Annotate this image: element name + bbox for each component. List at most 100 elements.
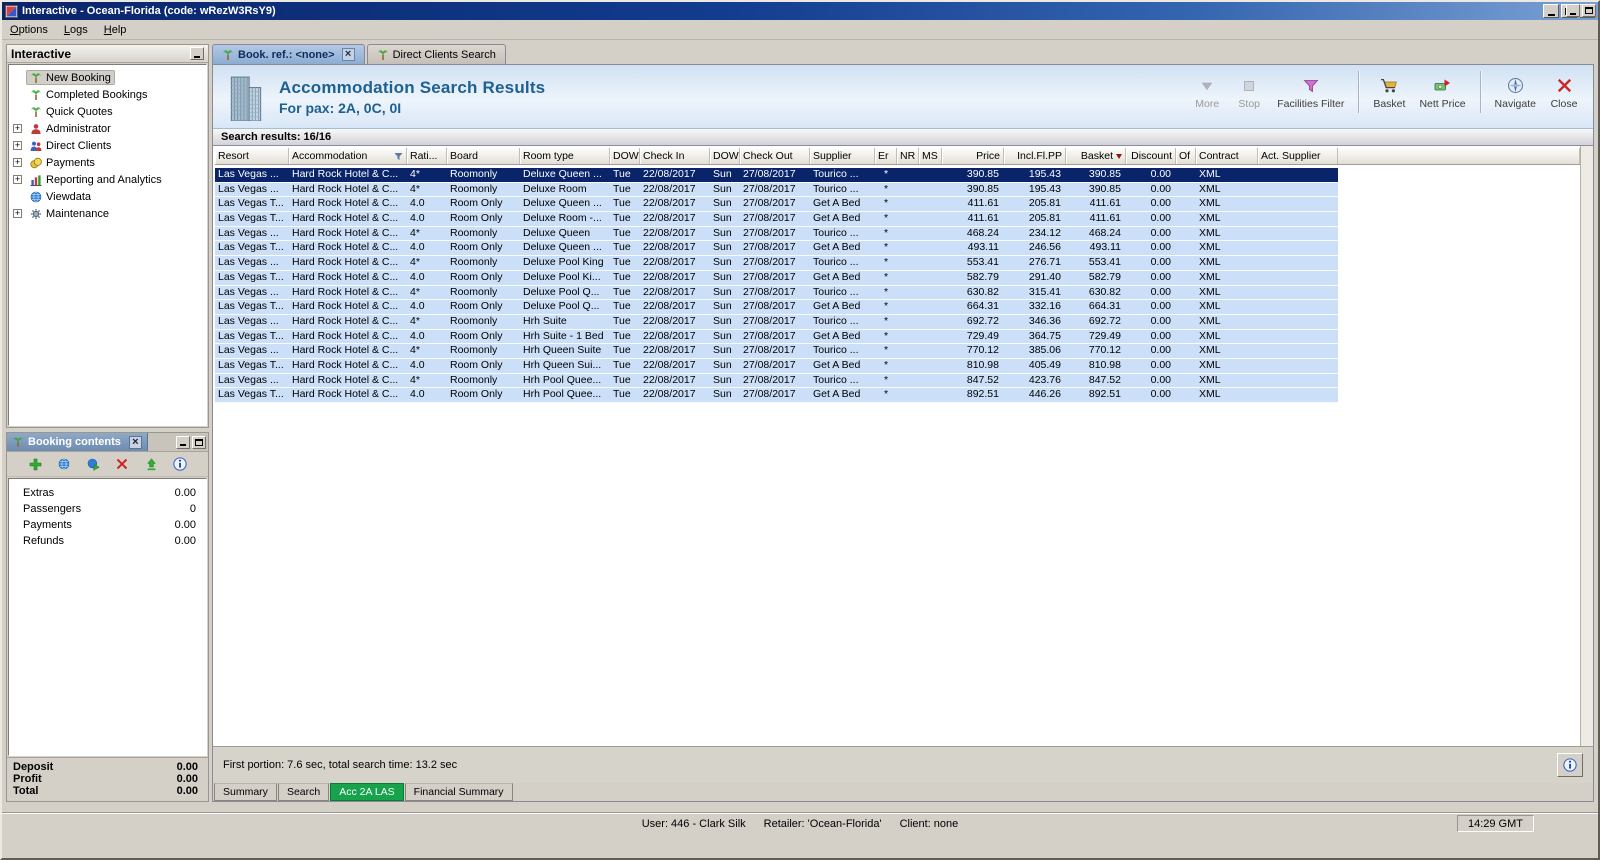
col-header-discount-16[interactable]: Discount bbox=[1126, 148, 1176, 164]
info-button[interactable] bbox=[171, 455, 189, 473]
table-row-16[interactable]: Las Vegas T... Hard Rock Hotel & C... 4.0 R… bbox=[215, 388, 1338, 403]
booking-contents-restore-button[interactable] bbox=[192, 435, 206, 449]
close-booking-contents-icon[interactable]: × bbox=[128, 435, 142, 449]
cell: Las Vegas ... bbox=[218, 344, 279, 357]
col-header-accommodation-1[interactable]: Accommodation bbox=[289, 148, 407, 164]
cell: 22/08/2017 bbox=[643, 314, 696, 327]
cell: Tue bbox=[613, 300, 631, 313]
vertical-scrollbar[interactable] bbox=[1580, 146, 1593, 746]
menu-options[interactable]: Options bbox=[2, 21, 56, 39]
mdi-restore-button[interactable] bbox=[1582, 4, 1596, 17]
table-row-6[interactable]: Las Vegas T... Hard Rock Hotel & C... 4.0 R… bbox=[215, 241, 1338, 257]
table-row-14[interactable]: Las Vegas T... Hard Rock Hotel & C... 4.0 R… bbox=[215, 358, 1338, 374]
nett-price-button[interactable]: Nett Price bbox=[1412, 73, 1472, 112]
bottom-tab-search[interactable]: Search bbox=[277, 783, 330, 801]
bottom-tab-summary[interactable]: Summary bbox=[214, 783, 277, 801]
toolbar-separator bbox=[1479, 71, 1481, 113]
sidebar-item-viewdata[interactable]: Viewdata bbox=[13, 188, 206, 205]
facilities-filter-button[interactable]: Facilities Filter bbox=[1270, 73, 1351, 112]
expander-icon[interactable]: + bbox=[13, 158, 22, 167]
sidebar-item-payments[interactable]: + Payments bbox=[13, 154, 206, 171]
sidebar-item-quick-quotes[interactable]: Quick Quotes bbox=[13, 103, 206, 120]
col-header-er-10[interactable]: Er bbox=[875, 148, 897, 164]
table-row-13[interactable]: Las Vegas ... Hard Rock Hotel & C... 4* Roo… bbox=[215, 344, 1338, 359]
col-header-check-in-6[interactable]: Check In bbox=[640, 148, 710, 164]
table-row-3[interactable]: Las Vegas T... Hard Rock Hotel & C... 4.0 R… bbox=[215, 197, 1338, 213]
table-row-15[interactable]: Las Vegas ... Hard Rock Hotel & C... 4* Roo… bbox=[215, 373, 1338, 389]
cell bbox=[1176, 388, 1196, 402]
totals-row-profit: Profit 0.00 bbox=[7, 773, 208, 785]
toolbar-button-label: More bbox=[1195, 97, 1220, 110]
statusbar: User: 446 - Clark Silk Retailer: 'Ocean-… bbox=[2, 812, 1598, 834]
col-header-dow-7[interactable]: DOW bbox=[710, 148, 740, 164]
cell: 4* bbox=[410, 344, 420, 357]
basket-button[interactable]: Basket bbox=[1366, 73, 1412, 112]
cell: * bbox=[883, 314, 889, 327]
table-row-2[interactable]: Las Vegas ... Hard Rock Hotel & C... 4* Roo… bbox=[215, 182, 1338, 198]
globe-arrow-button[interactable] bbox=[84, 455, 102, 473]
cell: * bbox=[883, 329, 889, 342]
col-header-nr-11[interactable]: NR bbox=[897, 148, 919, 164]
menu-logs[interactable]: Logs bbox=[56, 21, 96, 39]
info-button[interactable] bbox=[1557, 753, 1583, 777]
sidebar-item-completed-bookings[interactable]: Completed Bookings bbox=[13, 86, 206, 103]
mdi-minimize-button[interactable] bbox=[1566, 4, 1580, 17]
sidebar-item-new-booking[interactable]: New Booking bbox=[13, 69, 206, 86]
expander-icon[interactable]: + bbox=[13, 124, 22, 133]
col-header-incl-fl-pp-14[interactable]: Incl.Fl.PP bbox=[1004, 148, 1066, 164]
col-header-board-3[interactable]: Board bbox=[447, 148, 520, 164]
table-row-7[interactable]: Las Vegas ... Hard Rock Hotel & C... 4* Roo… bbox=[215, 256, 1338, 271]
booking-contents-panel: Booking contents × Extras 0.00 Passengers 0… bbox=[6, 432, 209, 802]
sidebar-item-reporting-and-analytics[interactable]: + Reporting and Analytics bbox=[13, 171, 206, 188]
expander-icon[interactable]: + bbox=[13, 209, 22, 218]
col-header-supplier-9[interactable]: Supplier bbox=[810, 148, 875, 164]
globe-button[interactable] bbox=[55, 455, 73, 473]
table-row-8[interactable]: Las Vegas T... Hard Rock Hotel & C... 4.0 R… bbox=[215, 270, 1338, 286]
tab-direct-clients-search[interactable]: Direct Clients Search bbox=[366, 44, 506, 64]
col-header-basket-15[interactable]: Basket bbox=[1066, 148, 1126, 164]
col-header-ms-12[interactable]: MS bbox=[919, 148, 942, 164]
col-header-act-supplier-19[interactable]: Act. Supplier bbox=[1258, 148, 1338, 164]
cell: 22/08/2017 bbox=[643, 373, 696, 386]
cell bbox=[897, 330, 919, 344]
table-row-10[interactable]: Las Vegas T... Hard Rock Hotel & C... 4.0 R… bbox=[215, 300, 1338, 315]
cell bbox=[919, 344, 942, 358]
col-header-rati-2[interactable]: Rati... bbox=[407, 148, 447, 164]
sidebar-item-administrator[interactable]: + Administrator bbox=[13, 120, 206, 137]
col-header-contract-18[interactable]: Contract bbox=[1196, 148, 1258, 164]
close-tab-icon[interactable]: × bbox=[341, 48, 355, 61]
sidebar-item-maintenance[interactable]: + Maintenance bbox=[13, 205, 206, 222]
expander-icon[interactable]: + bbox=[13, 175, 22, 184]
table-row-5[interactable]: Las Vegas ... Hard Rock Hotel & C... 4* Roo… bbox=[215, 226, 1338, 242]
col-header-resort-0[interactable]: Resort bbox=[215, 148, 289, 164]
bottom-tab-acc-2a-las[interactable]: Acc 2A LAS bbox=[330, 783, 404, 801]
cell bbox=[1176, 256, 1196, 270]
cell: Get A Bed bbox=[813, 329, 861, 342]
expander-icon[interactable]: + bbox=[13, 141, 22, 150]
cell: 276.71 bbox=[1028, 256, 1061, 269]
table-row-12[interactable]: Las Vegas T... Hard Rock Hotel & C... 4.0 R… bbox=[215, 329, 1338, 345]
col-header-dow-5[interactable]: DOW bbox=[610, 148, 640, 164]
table-row-4[interactable]: Las Vegas T... Hard Rock Hotel & C... 4.0 R… bbox=[215, 212, 1338, 227]
menu-help[interactable]: Help bbox=[96, 21, 135, 39]
col-header-check-out-8[interactable]: Check Out bbox=[740, 148, 810, 164]
col-header-price-13[interactable]: Price bbox=[942, 148, 1004, 164]
table-row-11[interactable]: Las Vegas ... Hard Rock Hotel & C... 4* Roo… bbox=[215, 314, 1338, 330]
navigate-button[interactable]: Navigate bbox=[1488, 73, 1543, 112]
col-header-room-type-4[interactable]: Room type bbox=[520, 148, 610, 164]
booking-contents-minimize-button[interactable] bbox=[176, 435, 190, 449]
collapse-panel-button[interactable] bbox=[190, 47, 204, 60]
table-row-1[interactable]: Las Vegas ... Hard Rock Hotel & C... 4* Roo… bbox=[215, 168, 1338, 183]
import-button[interactable] bbox=[142, 455, 160, 473]
table-row-9[interactable]: Las Vegas ... Hard Rock Hotel & C... 4* Roo… bbox=[215, 285, 1338, 301]
sidebar-item-direct-clients[interactable]: + Direct Clients bbox=[13, 137, 206, 154]
col-header-of-17[interactable]: Of bbox=[1176, 148, 1196, 164]
delete-button[interactable] bbox=[113, 455, 131, 473]
minimize-button[interactable] bbox=[1543, 4, 1559, 18]
cell bbox=[1258, 330, 1338, 344]
booking-contents-tab[interactable]: Booking contents × bbox=[7, 433, 148, 451]
bottom-tab-financial-summary[interactable]: Financial Summary bbox=[404, 783, 513, 801]
add-button[interactable] bbox=[26, 455, 44, 473]
tab-book-ref-none[interactable]: Book. ref.: <none> × bbox=[212, 44, 365, 64]
close-button[interactable]: Close bbox=[1543, 73, 1585, 112]
